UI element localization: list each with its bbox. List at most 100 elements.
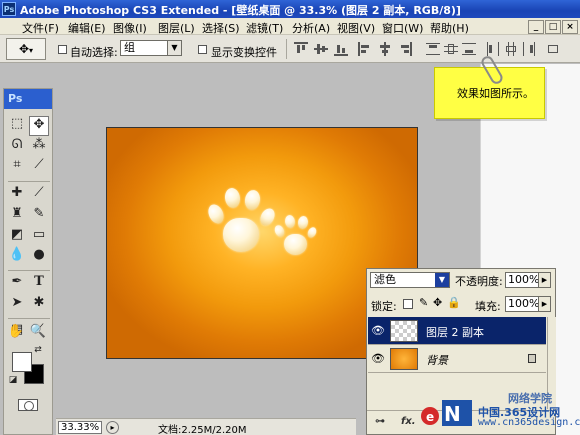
menu-window[interactable]: 窗口(W) [382, 20, 423, 36]
healing-brush-tool-icon[interactable]: ✚ [7, 185, 27, 205]
distribute-hcenter-icon[interactable] [504, 42, 518, 56]
tool-preset-picker[interactable]: ✥▾ [6, 38, 46, 60]
small-paw-print-icon [272, 214, 322, 264]
fill-label: 填充: [475, 300, 501, 313]
menu-view[interactable]: 视图(V) [337, 20, 375, 36]
blend-mode-dropdown[interactable]: 滤色 ▼ [370, 272, 450, 288]
gradient-tool-icon[interactable]: ▭ [29, 227, 49, 247]
auto-select-value: 组 [124, 41, 135, 54]
lock-position-icon[interactable]: ✥ [433, 296, 442, 309]
distribute-right-icon[interactable] [522, 42, 536, 56]
slice-tool-icon[interactable]: ⟋ [29, 157, 49, 177]
lock-all-icon[interactable]: 🔒 [447, 296, 461, 309]
align-hcenter-icon[interactable] [378, 42, 392, 56]
menu-edit[interactable]: 编辑(E) [68, 20, 106, 36]
blur-tool-icon[interactable]: 💧 [7, 247, 27, 267]
window-title: Adobe Photoshop CS3 Extended - [壁纸桌面 @ 3… [20, 4, 461, 17]
lock-icon [528, 354, 536, 363]
align-right-icon[interactable] [398, 42, 412, 56]
quick-mask-icon[interactable] [18, 399, 38, 411]
distribute-top-icon[interactable] [426, 42, 440, 56]
menu-image[interactable]: 图像(I) [113, 20, 147, 36]
opacity-label: 不透明度: [455, 275, 503, 288]
auto-select-label: 自动选择: [70, 46, 118, 59]
hand-tool-icon[interactable]: ✋ [6, 324, 26, 344]
foreground-color-swatch[interactable] [12, 352, 32, 372]
photoshop-logo-icon: Ps [2, 2, 16, 16]
visibility-eye-icon[interactable]: 👁 [371, 324, 385, 338]
show-transform-label: 显示变换控件 [211, 46, 277, 59]
blend-mode-value: 滤色 [374, 273, 396, 286]
status-menu-icon[interactable]: ▸ [106, 421, 119, 434]
align-bottom-icon[interactable] [334, 42, 348, 56]
clone-stamp-tool-icon[interactable]: ♜ [7, 206, 27, 226]
chevron-right-icon: ▶ [538, 297, 550, 311]
distribute-left-icon[interactable] [486, 42, 500, 56]
eraser-tool-icon[interactable]: ◩ [7, 227, 27, 247]
layer-row[interactable]: 👁 图层 2 副本 [368, 317, 546, 345]
swap-colors-icon[interactable]: ⇄ [32, 344, 44, 356]
align-left-icon[interactable] [358, 42, 372, 56]
path-selection-tool-icon[interactable]: ➤ [7, 295, 27, 315]
layer-row[interactable]: 👁 背景 [368, 345, 546, 373]
auto-align-icon[interactable] [546, 42, 560, 56]
minimize-button[interactable]: _ [528, 20, 544, 34]
chevron-right-icon: ▶ [538, 273, 550, 287]
type-tool-icon[interactable]: T [29, 274, 49, 294]
marquee-tool-icon[interactable]: ⬚ [7, 116, 27, 136]
chevron-down-icon: ▼ [435, 273, 449, 287]
zoom-tool-icon[interactable]: 🔍 [28, 324, 48, 344]
layer-thumbnail [390, 348, 418, 370]
visibility-eye-icon[interactable]: 👁 [371, 352, 385, 366]
align-top-icon[interactable] [294, 42, 308, 56]
svg-text:N: N [444, 402, 461, 426]
menu-select[interactable]: 选择(S) [202, 20, 240, 36]
menu-layer[interactable]: 图层(L) [158, 20, 195, 36]
close-button[interactable]: × [562, 20, 578, 34]
move-tool-icon: ✥ [18, 42, 30, 56]
status-bar: 33.33% ▸ 文档:2.25M/2.20M [56, 418, 356, 435]
toolbox-divider [8, 270, 50, 271]
pen-tool-icon[interactable]: ✒ [7, 274, 27, 294]
align-vcenter-icon[interactable] [314, 42, 328, 56]
move-tool-icon[interactable]: ✥ [29, 116, 49, 136]
layer-thumbnail [390, 320, 418, 342]
window-controls: _ □ × [527, 19, 578, 34]
menu-filter[interactable]: 滤镜(T) [246, 20, 283, 36]
zoom-level-field[interactable]: 33.33% [58, 421, 102, 434]
opacity-field[interactable]: 100% ▶ [505, 272, 551, 288]
fill-field[interactable]: 100% ▶ [505, 296, 551, 312]
default-colors-icon[interactable]: ◪ [7, 374, 19, 386]
distribute-bottom-icon[interactable] [462, 42, 476, 56]
toolbox: Ps ⬚ ✥ ᘏ ⁂ ⌗ ⟋ ✚ ⟋ ♜ ✎ ◩ ▭ 💧 ● ✒ T ➤ ✱ ▤… [3, 88, 53, 435]
opacity-value: 100% [508, 273, 540, 286]
layer-style-icon[interactable]: fx. [401, 416, 416, 427]
distribute-vcenter-icon[interactable] [444, 42, 458, 56]
watermark: e N 网络学院 中国.365设计网 www.cn365design.com [418, 390, 580, 435]
note-text: 效果如图所示。 [457, 87, 534, 100]
toolbox-divider [8, 181, 50, 182]
lock-transparency-icon[interactable] [403, 299, 413, 309]
custom-shape-tool-icon[interactable]: ✱ [29, 295, 49, 315]
link-layers-icon[interactable]: ⊶ [375, 416, 385, 427]
layer-name: 图层 2 副本 [426, 326, 484, 339]
auto-select-dropdown[interactable]: 组 ▼ [120, 40, 182, 56]
menu-help[interactable]: 帮助(H) [430, 20, 469, 36]
magic-wand-tool-icon[interactable]: ⁂ [29, 137, 49, 157]
dodge-tool-icon[interactable]: ● [29, 247, 49, 267]
menu-analysis[interactable]: 分析(A) [292, 20, 330, 36]
auto-select-checkbox[interactable] [58, 45, 67, 54]
show-transform-checkbox[interactable] [198, 45, 207, 54]
document-size-info: 文档:2.25M/2.20M [158, 425, 247, 435]
watermark-url: www.cn365design.com [478, 417, 580, 428]
toolbox-header: Ps [4, 89, 52, 109]
crop-tool-icon[interactable]: ⌗ [7, 157, 27, 177]
menu-file[interactable]: 文件(F) [22, 20, 59, 36]
layer-name: 背景 [426, 354, 448, 367]
lasso-tool-icon[interactable]: ᘏ [7, 137, 27, 157]
lock-pixels-icon[interactable]: ✎ [419, 296, 428, 309]
brush-tool-icon[interactable]: ⟋ [29, 185, 49, 205]
history-brush-tool-icon[interactable]: ✎ [29, 206, 49, 226]
toolbox-divider [8, 318, 50, 319]
restore-button[interactable]: □ [545, 20, 561, 34]
